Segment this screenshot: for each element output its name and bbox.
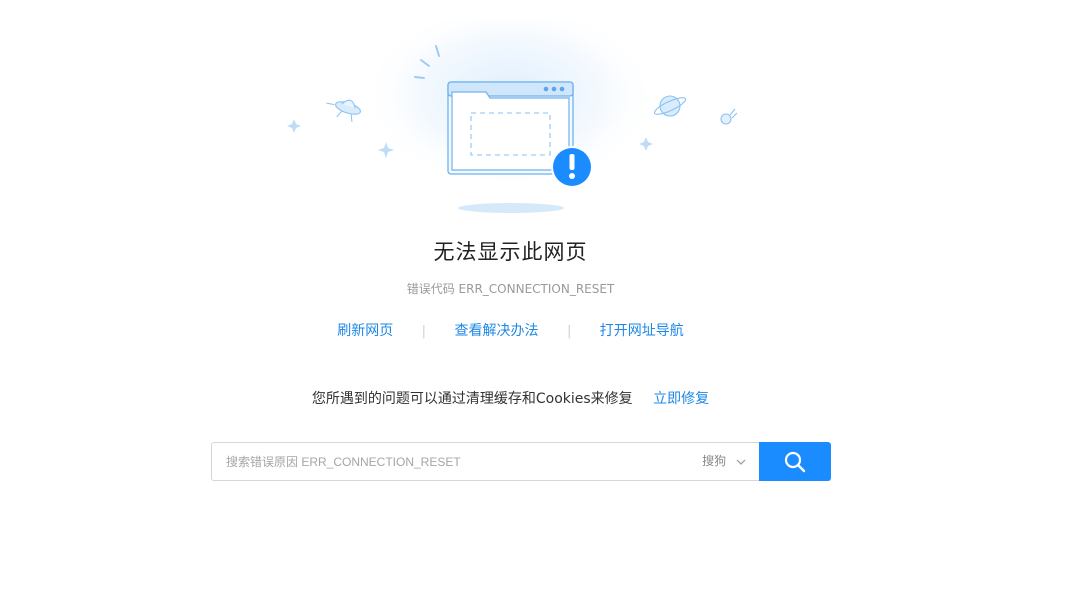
search-bar: 搜狗 [211,442,831,481]
error-page: 无法显示此网页 错误代码 ERR_CONNECTION_RESET 刷新网页 |… [0,0,1081,592]
fix-now-link[interactable]: 立即修复 [653,391,709,407]
link-separator: | [566,324,572,339]
search-input-container: 搜狗 [211,442,760,481]
open-navigation-link[interactable]: 打开网址导航 [600,323,684,339]
search-button[interactable] [759,442,831,481]
fix-message: 您所遇到的问题可以通过清理缓存和Cookies来修复 [311,391,633,407]
view-solutions-link[interactable]: 查看解决办法 [455,323,539,339]
search-engine-select[interactable]: 搜狗 [702,443,746,480]
search-icon [784,451,806,473]
page-title: 无法显示此网页 [433,240,588,264]
link-separator: | [421,324,427,339]
ufo-icon [326,99,362,122]
search-engine-label: 搜狗 [702,454,727,468]
chevron-down-icon [736,459,746,465]
refresh-link[interactable]: 刷新网页 [337,323,393,339]
comet-icon [720,108,738,125]
exclamation-icon [551,146,593,188]
error-code: 错误代码 ERR_CONNECTION_RESET [406,282,615,296]
search-input[interactable] [226,443,686,480]
fix-suggestion: 您所遇到的问题可以通过清理缓存和Cookies来修复 立即修复 [0,388,1021,408]
window-shadow [458,203,564,213]
error-window-illustration [287,20,738,213]
action-links: 刷新网页 | 查看解决办法 | 打开网址导航 [0,320,1021,340]
